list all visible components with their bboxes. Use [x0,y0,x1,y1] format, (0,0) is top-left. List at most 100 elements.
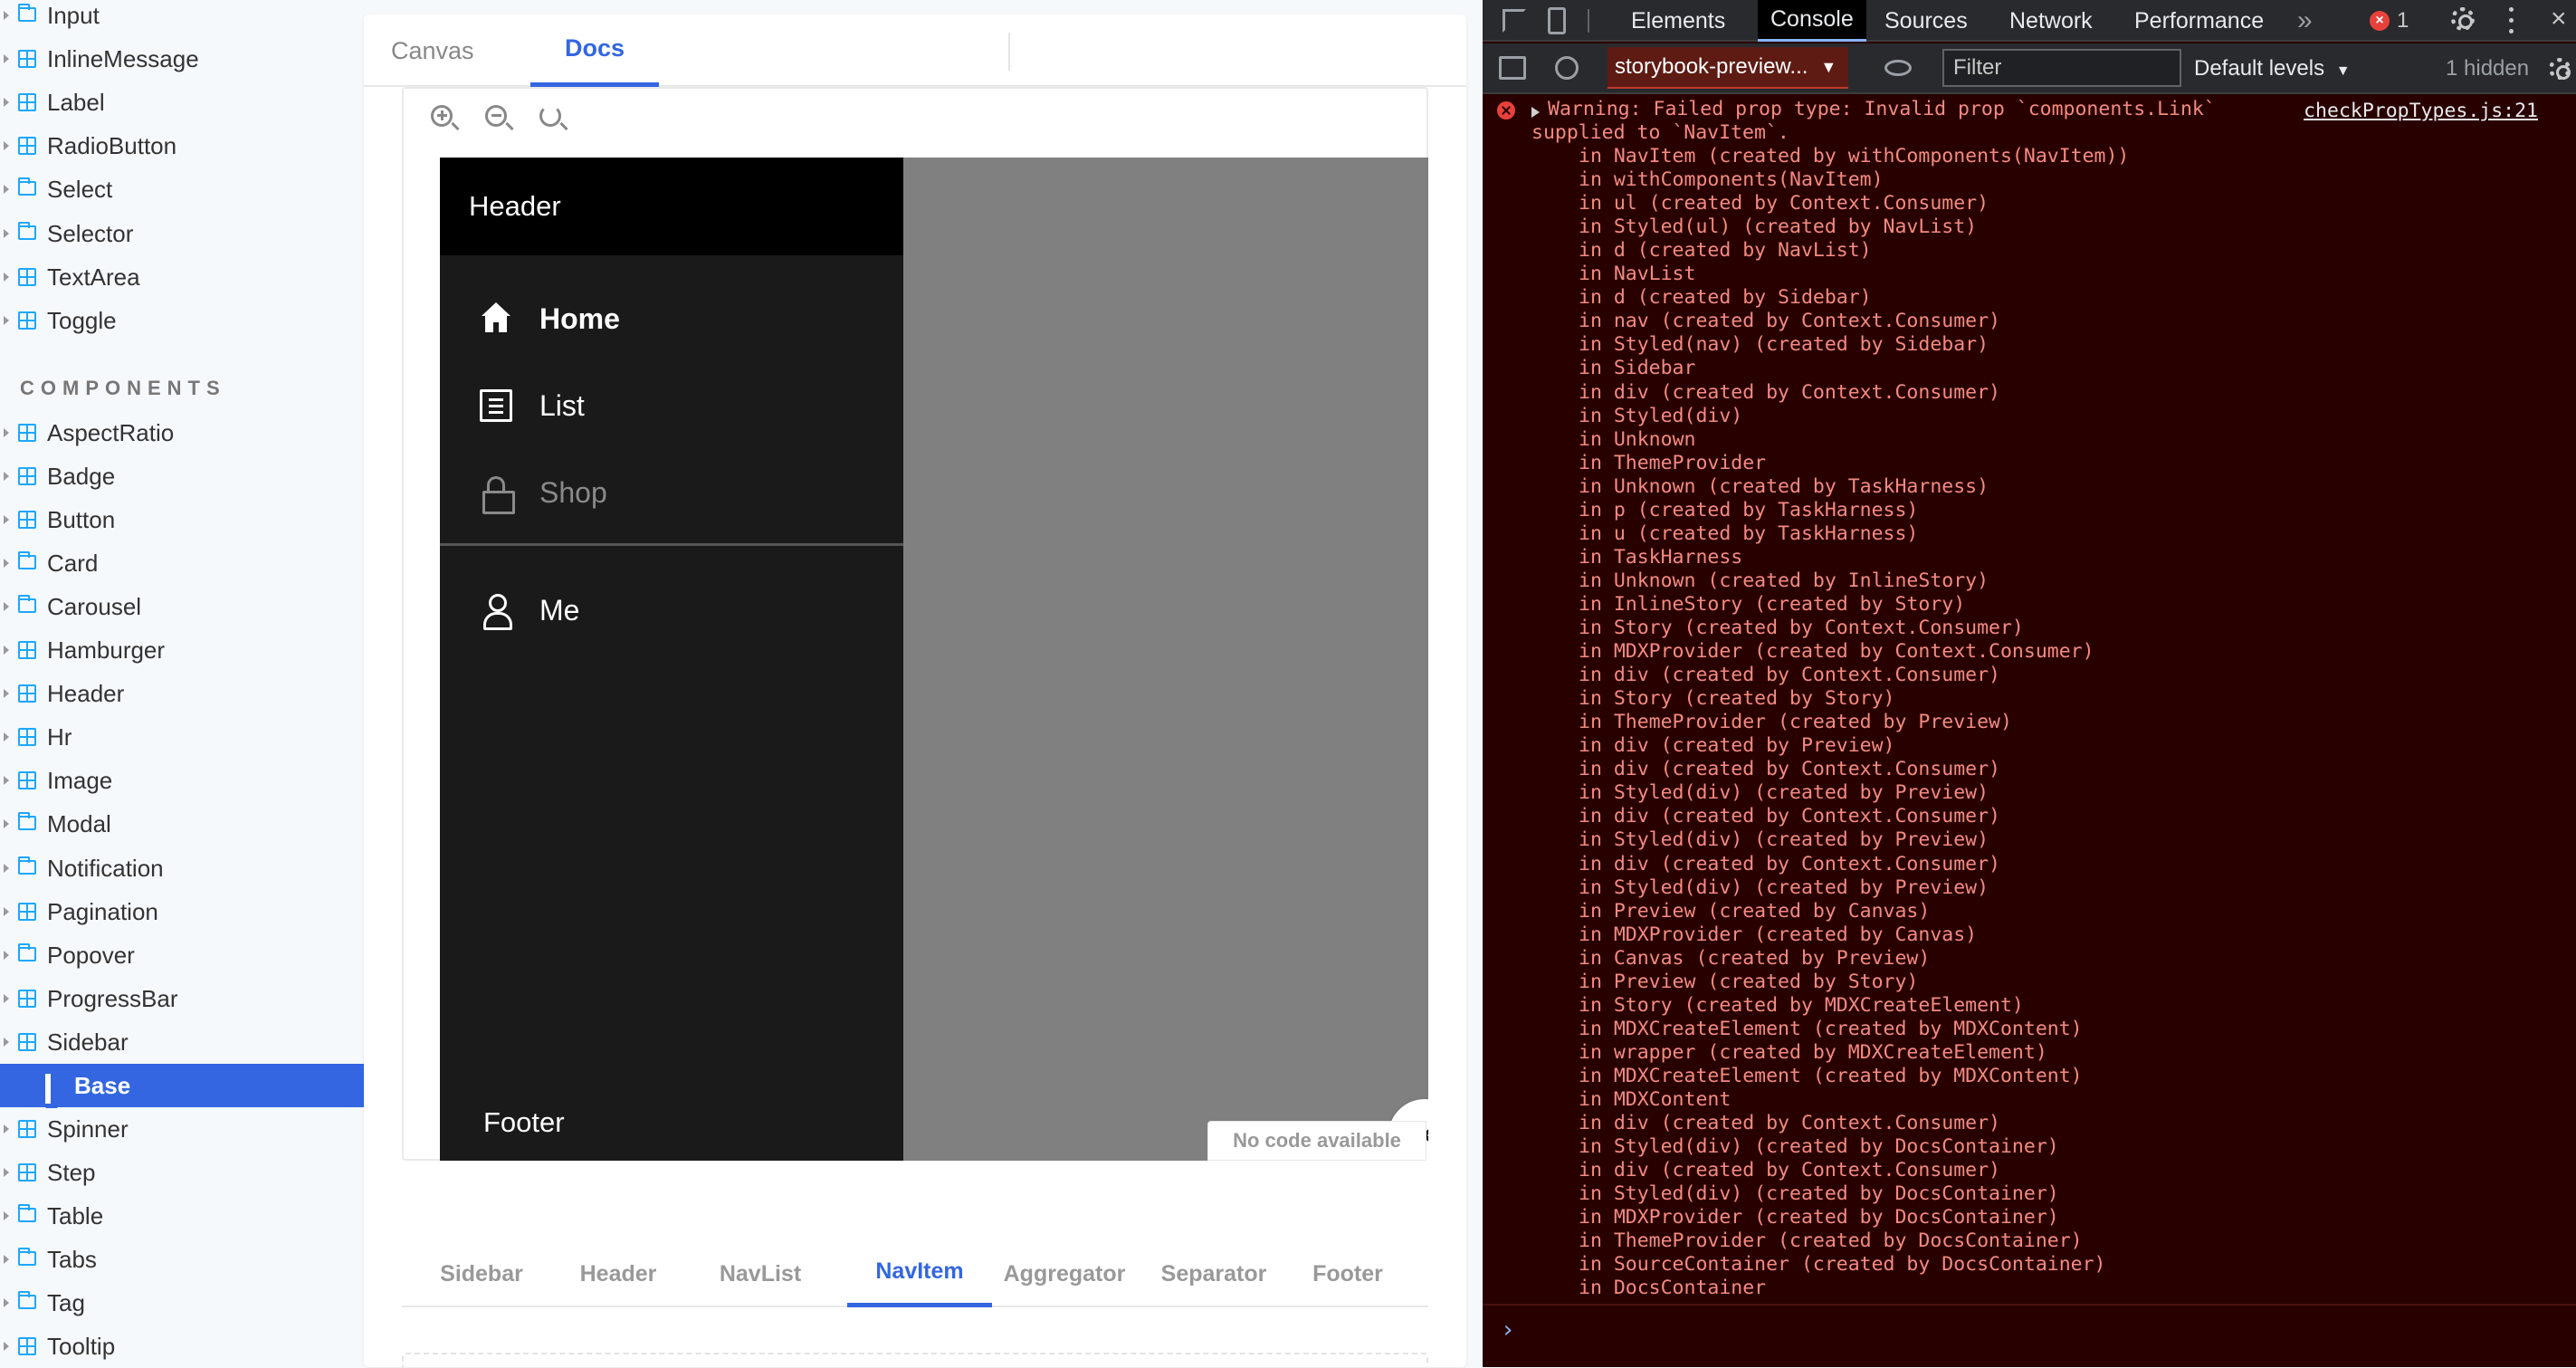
devtools-tab-console[interactable]: Console [1758,0,1866,42]
sidebar-item-radiobutton[interactable]: RadioButton [0,124,364,167]
chevron-right-icon [4,185,9,194]
sidebar-item-popover[interactable]: Popover [0,933,364,977]
sidebar-item-carousel[interactable]: Carousel [0,585,364,628]
console-prompt[interactable]: › [1501,1316,1515,1344]
sidebar-item-notification[interactable]: Notification [0,847,364,890]
console-message: Warning: Failed prop type: Invalid prop … [1548,98,2216,120]
demo-sidebar-header: Header [440,158,903,255]
component-tabs: Sidebar Header NavList NavItem Aggregator Sep… [402,1240,1428,1307]
sidebar-item-step[interactable]: Step [0,1151,364,1194]
sidebar-item-select[interactable]: Select [0,167,364,211]
sidebar-item-card[interactable]: Card [0,541,364,585]
sidebar-item-button[interactable]: Button [0,498,364,541]
zoom-reset-icon[interactable] [536,101,568,134]
chevron-right-icon [4,1211,9,1220]
sidebar-item-aspectratio[interactable]: AspectRatio [0,411,364,454]
stack-line: in ThemeProvider (created by DocsContain… [1579,1229,2083,1252]
sidebar-item-label[interactable]: Label [0,81,364,124]
stack-line: in Preview (created by Story) [1579,971,1919,993]
sidebar-item-hr[interactable]: Hr [0,715,364,759]
stack-line: in Styled(div) (created by Preview) [1579,876,1989,899]
sidebar-item-toggle[interactable]: Toggle [0,299,364,342]
stack-line: in SourceContainer (created by DocsConta… [1579,1253,2106,1276]
zoom-out-icon[interactable] [482,101,514,134]
component-icon [18,424,36,442]
nav-item-home[interactable]: Home [440,275,903,362]
nav-item-shop[interactable]: Shop [440,449,903,536]
sidebar-item-pagination[interactable]: Pagination [0,890,364,933]
subtab-header[interactable]: Header [568,1240,668,1307]
devtools-tab-network[interactable]: Network [2009,0,2093,42]
devtools-tab-sources[interactable]: Sources [1884,0,1968,42]
console-settings-icon[interactable] [2549,58,2571,80]
log-levels-select[interactable]: Default levels ▼ [2194,56,2351,81]
console-prompt-row[interactable]: › [1483,1304,2576,1367]
sidebar-item-spinner[interactable]: Spinner [0,1107,364,1151]
sidebar-item-inlinemessage[interactable]: InlineMessage [0,37,364,81]
tab-docs[interactable]: Docs [530,14,659,87]
sidebar-item-progressbar[interactable]: ProgressBar [0,977,364,1020]
subtab-aggregator[interactable]: Aggregator [990,1240,1139,1307]
sidebar-item-textarea[interactable]: TextArea [0,255,364,299]
sidebar-item-tooltip[interactable]: Tooltip [0,1325,364,1368]
sidebar-item-label: InlineMessage [47,44,199,72]
subtab-separator[interactable]: Separator [1155,1240,1273,1307]
subtab-footer[interactable]: Footer [1298,1240,1398,1307]
sidebar-item-table[interactable]: Table [0,1194,364,1238]
nav-item-list[interactable]: List [440,362,903,449]
sidebar-item-label: Notification [47,854,164,882]
sidebar-item-image[interactable]: Image [0,759,364,802]
devtools-tab-performance[interactable]: Performance [2134,0,2264,42]
sidebar-item-tabs[interactable]: Tabs [0,1238,364,1281]
inspect-icon[interactable] [1503,9,1526,33]
sidebar-item-label: Pagination [47,897,158,925]
chevron-right-icon [4,864,9,873]
source-link[interactable]: checkPropTypes.js:21 [2304,100,2538,122]
error-count[interactable]: 1 [2397,8,2409,33]
sidebar-item-selector[interactable]: Selector [0,212,364,255]
sidebar-item-hamburger[interactable]: Hamburger [0,628,364,672]
chevron-right-icon [4,54,9,63]
stack-line: in div (created by Context.Consumer) [1579,664,2000,686]
tab-canvas[interactable]: Canvas [391,14,474,87]
zoom-in-icon[interactable] [427,101,460,134]
chevron-right-icon [4,907,9,916]
expand-triangle-icon[interactable] [1531,107,1540,118]
more-tabs-icon[interactable]: » [2297,0,2313,42]
error-count-icon[interactable]: × [2370,11,2390,31]
context-select[interactable]: storybook-preview... ▼ [1608,47,1848,89]
sidebar-item-header[interactable]: Header [0,672,364,715]
stack-line: in div (created by Context.Consumer) [1579,1159,2000,1181]
component-icon [18,467,36,485]
sidebar-item-modal[interactable]: Modal [0,802,364,846]
nav-item-me[interactable]: Me [440,567,903,654]
component-icon [18,137,36,155]
component-icon [18,511,36,529]
error-icon [1497,101,1515,120]
stack-line: in Unknown (created by TaskHarness) [1579,475,1989,498]
close-devtools-icon[interactable]: × [2551,4,2567,34]
chevron-right-icon [4,428,9,437]
sidebar-item-sidebar[interactable]: Sidebar [0,1020,364,1064]
subtab-navlist[interactable]: NavList [708,1240,813,1307]
subtab-navitem[interactable]: NavItem [847,1240,992,1307]
stack-line: in Styled(div) [1579,405,1743,427]
sidebar-item-tag[interactable]: Tag [0,1281,364,1325]
nav-item-label: Shop [539,475,607,509]
subtab-sidebar[interactable]: Sidebar [427,1240,536,1307]
more-options-icon[interactable] [2509,7,2514,34]
clear-console-icon[interactable] [1555,56,1579,80]
folder-icon [18,812,36,830]
folder-icon [18,551,36,569]
sidebar-item-input[interactable]: Input [0,0,364,37]
device-toggle-icon[interactable] [1548,7,1566,34]
filter-input[interactable]: Filter [1942,49,2181,87]
sidebar-toggle-icon[interactable] [1499,56,1526,80]
sidebar-item-label: Modal [47,809,111,837]
gear-icon[interactable] [2451,7,2475,31]
eye-icon[interactable] [1884,60,1912,76]
devtools-tab-elements[interactable]: Elements [1631,0,1725,42]
sidebar-item-badge[interactable]: Badge [0,454,364,498]
sidebar-item-base[interactable]: Base [0,1064,364,1107]
lock-icon [480,476,515,514]
